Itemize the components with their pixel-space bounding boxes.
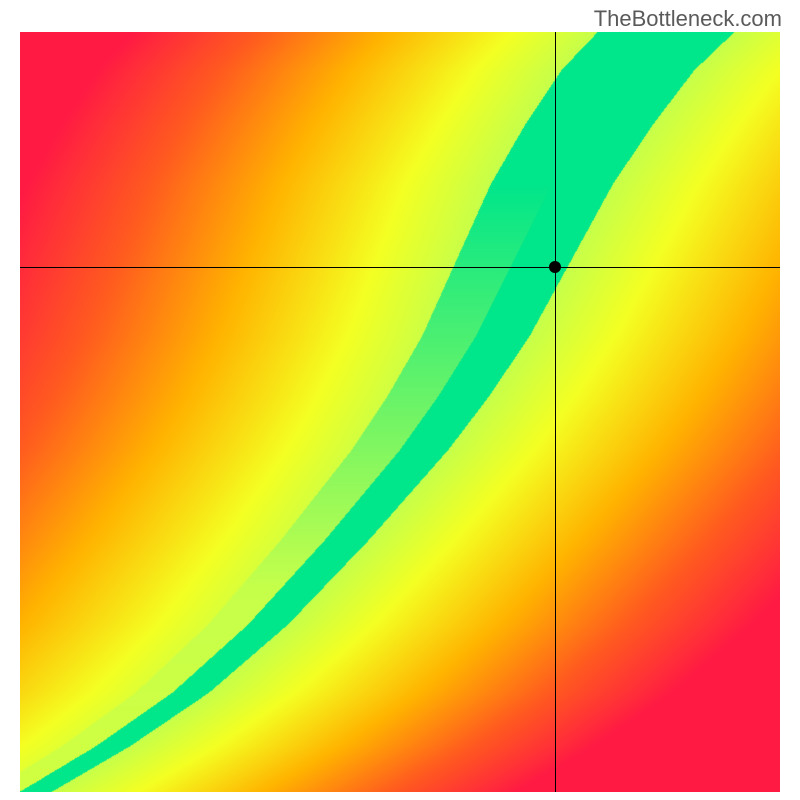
heatmap-plot — [20, 32, 780, 792]
crosshair-horizontal — [20, 267, 780, 268]
watermark-text: TheBottleneck.com — [594, 6, 782, 32]
marker-dot — [549, 261, 561, 273]
crosshair-vertical — [555, 32, 556, 792]
heatmap-canvas — [20, 32, 780, 792]
